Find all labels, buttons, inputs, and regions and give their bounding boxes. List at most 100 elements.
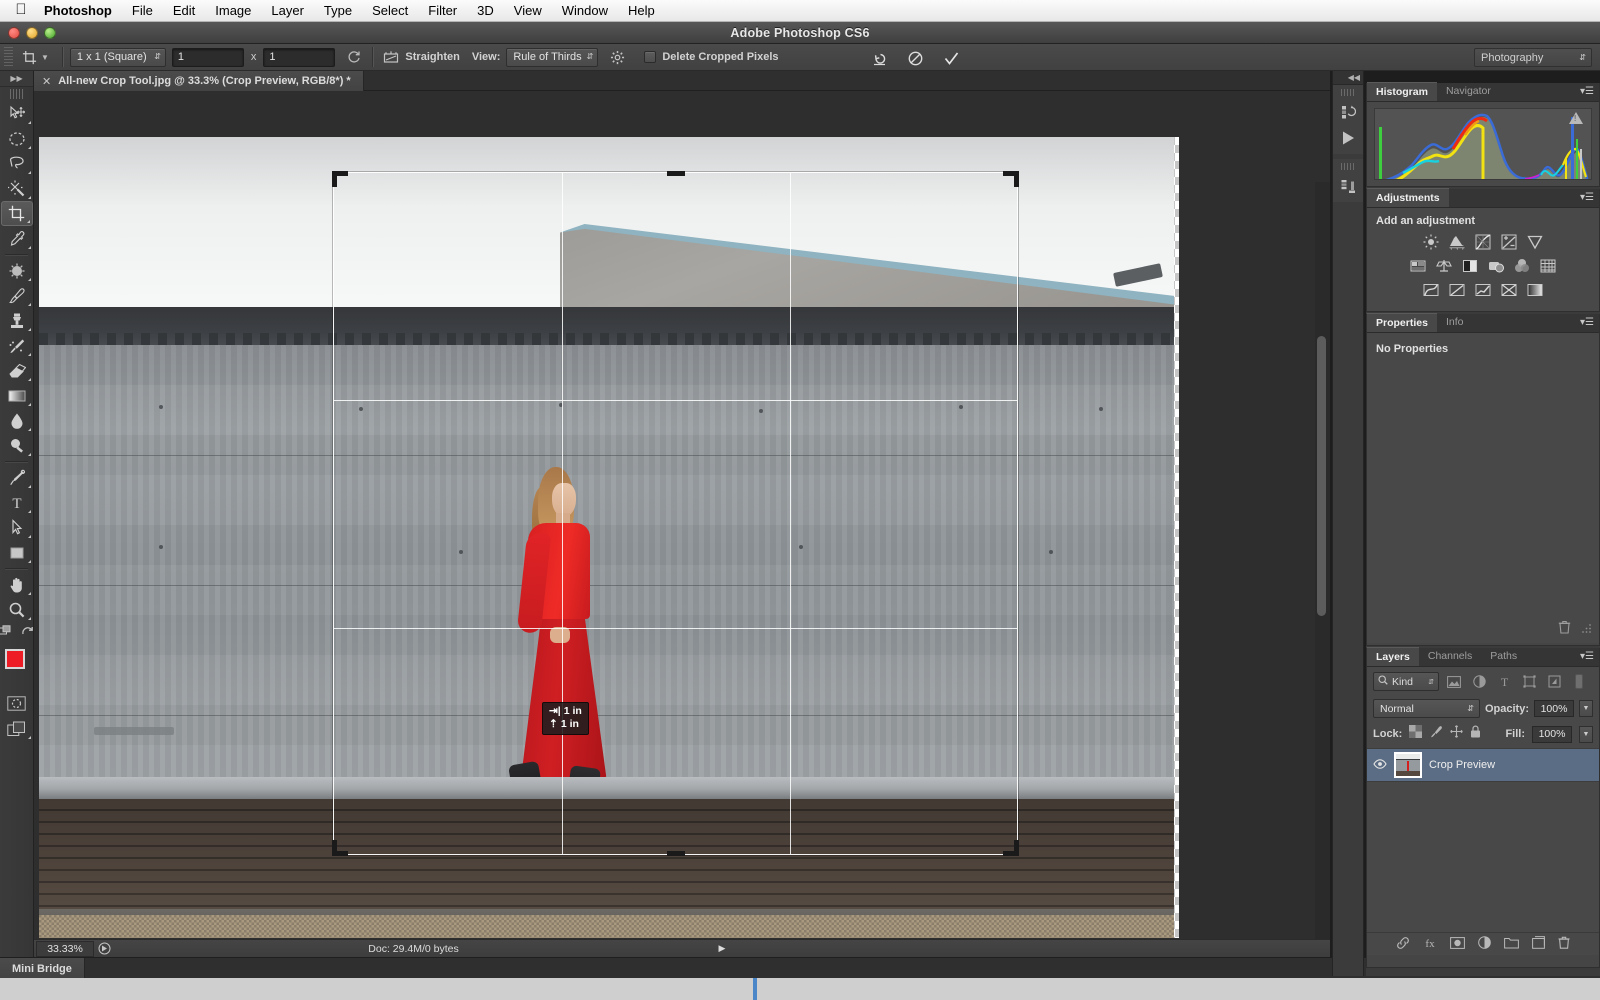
tool-brush[interactable] [1, 283, 33, 308]
layers-list-empty-area[interactable] [1367, 782, 1599, 932]
straighten-label[interactable]: Straighten [405, 51, 459, 63]
filter-toggle-icon[interactable] [1569, 672, 1589, 691]
commit-checkmark-icon[interactable] [940, 47, 962, 69]
panel-menu-icon[interactable]: ▾☰ [1580, 193, 1594, 203]
menu-item-photoshop[interactable]: Photoshop [34, 0, 122, 22]
toolbar-collapse-button[interactable]: ▶▶ [0, 71, 33, 87]
crop-height-input[interactable]: 1 [263, 48, 335, 67]
dock-expand-button[interactable]: ◀◀ [1333, 71, 1363, 85]
screen-mode-icon[interactable] [1, 716, 33, 741]
layer-mask-icon[interactable] [1450, 937, 1465, 952]
lock-transparency-icon[interactable] [1409, 725, 1422, 743]
tool-lasso[interactable] [1, 151, 33, 176]
lock-image-icon[interactable] [1429, 725, 1443, 743]
menu-item-layer[interactable]: Layer [261, 0, 314, 22]
hue-saturation-icon[interactable] [1410, 257, 1427, 274]
tool-hand[interactable] [1, 572, 33, 597]
crop-handle-top-right-v[interactable] [1014, 171, 1019, 187]
crop-tool-icon[interactable] [17, 46, 41, 68]
menu-item-help[interactable]: Help [618, 0, 665, 22]
color-swatches[interactable] [0, 647, 34, 687]
tool-gradient[interactable] [1, 383, 33, 408]
delete-cropped-pixels-label[interactable]: Delete Cropped Pixels [662, 51, 778, 63]
tab-histogram[interactable]: Histogram [1367, 82, 1437, 101]
new-layer-icon[interactable] [1532, 936, 1545, 952]
tool-preset-arrow-icon[interactable]: ▼ [41, 53, 49, 62]
default-colors-icon[interactable] [20, 625, 35, 643]
layer-name[interactable]: Crop Preview [1429, 759, 1495, 771]
rotate-swap-icon[interactable] [343, 46, 365, 68]
panel-menu-icon[interactable]: ▾☰ [1580, 87, 1594, 97]
tool-clone-stamp[interactable] [1, 308, 33, 333]
tab-paths[interactable]: Paths [1481, 647, 1526, 666]
tool-horizontal-type[interactable]: T [1, 490, 33, 515]
tab-channels[interactable]: Channels [1419, 647, 1481, 666]
shape-filter-icon[interactable] [1519, 672, 1539, 691]
table-row[interactable]: Crop Preview [1367, 748, 1599, 782]
blend-mode-select[interactable]: Normal ⇵ [1373, 699, 1480, 718]
straighten-icon[interactable] [380, 46, 402, 68]
tool-dodge[interactable] [1, 433, 33, 458]
levels-icon[interactable] [1449, 233, 1466, 250]
menu-item-filter[interactable]: Filter [418, 0, 467, 22]
gradient-map-icon[interactable] [1527, 281, 1544, 298]
tool-path-selection[interactable] [1, 515, 33, 540]
color-lookup-icon[interactable] [1540, 257, 1557, 274]
quick-mask-icon[interactable] [1, 691, 33, 716]
tool-magic-wand[interactable] [1, 176, 33, 201]
options-bar-grip[interactable] [4, 47, 13, 67]
document-tab[interactable]: ✕ All-new Crop Tool.jpg @ 33.3% (Crop Pr… [34, 71, 364, 91]
crop-handle-bottom-center[interactable] [667, 851, 685, 856]
menu-item-select[interactable]: Select [362, 0, 418, 22]
tool-move[interactable] [1, 101, 33, 126]
channel-mixer-icon[interactable] [1514, 257, 1531, 274]
new-fill-adjustment-icon[interactable] [1478, 936, 1491, 952]
photo-filter-icon[interactable] [1488, 257, 1505, 274]
opacity-stepper[interactable]: ▼ [1579, 700, 1593, 717]
pixel-filter-icon[interactable] [1444, 672, 1464, 691]
tool-rectangle[interactable] [1, 540, 33, 565]
smartobject-filter-icon[interactable] [1544, 672, 1564, 691]
toolbar-grip[interactable] [10, 89, 24, 99]
link-layers-icon[interactable] [1396, 936, 1410, 953]
dock-group-grip[interactable] [1341, 163, 1355, 170]
crop-width-input[interactable]: 1 [172, 48, 244, 67]
lock-all-icon[interactable] [1470, 725, 1481, 743]
menu-item-image[interactable]: Image [205, 0, 261, 22]
menu-item-file[interactable]: File [122, 0, 163, 22]
edit-toolbar-icon[interactable] [0, 625, 14, 643]
vibrance-icon[interactable] [1527, 233, 1544, 250]
crop-handle-bottom-left-v[interactable] [332, 840, 337, 856]
tool-elliptical-marquee[interactable] [1, 126, 33, 151]
tool-spot-healing-brush[interactable] [1, 258, 33, 283]
selective-color-icon[interactable] [1501, 281, 1518, 298]
canvas-area[interactable]: ⇥| 1 in ⇡ 1 in [34, 91, 1330, 939]
exposure-icon[interactable] [1501, 233, 1518, 250]
reset-icon[interactable] [868, 47, 890, 69]
close-icon[interactable]: ✕ [42, 75, 51, 88]
tool-eraser[interactable] [1, 358, 33, 383]
crop-view-select[interactable]: Rule of Thirds ⇵ [506, 48, 598, 67]
layer-filter-kind-select[interactable]: Kind ⇵ [1373, 672, 1439, 691]
panel-menu-icon[interactable]: ▾☰ [1580, 318, 1594, 328]
zoom-level-input[interactable]: 33.33% [36, 941, 94, 957]
resize-grip-icon[interactable] [1581, 621, 1592, 639]
tab-properties[interactable]: Properties [1367, 313, 1437, 332]
tool-blur[interactable] [1, 408, 33, 433]
tab-adjustments[interactable]: Adjustments [1367, 188, 1449, 207]
crop-handle-bottom-right-v[interactable] [1014, 840, 1019, 856]
layer-style-icon[interactable]: fx [1423, 936, 1437, 953]
actions-play-icon[interactable] [1333, 125, 1363, 151]
new-group-icon[interactable] [1504, 937, 1519, 952]
gear-icon[interactable] [606, 46, 628, 68]
menu-item-3d[interactable]: 3D [467, 0, 504, 22]
tool-zoom[interactable] [1, 597, 33, 622]
expand-arrow-icon[interactable]: ▶ [713, 943, 731, 954]
menu-item-view[interactable]: View [504, 0, 552, 22]
adjustment-filter-icon[interactable] [1469, 672, 1489, 691]
invert-icon[interactable] [1423, 281, 1440, 298]
styles-icon[interactable] [1333, 173, 1363, 199]
color-balance-icon[interactable] [1436, 257, 1453, 274]
history-icon[interactable] [1333, 99, 1363, 125]
preview-icon[interactable] [94, 942, 114, 955]
